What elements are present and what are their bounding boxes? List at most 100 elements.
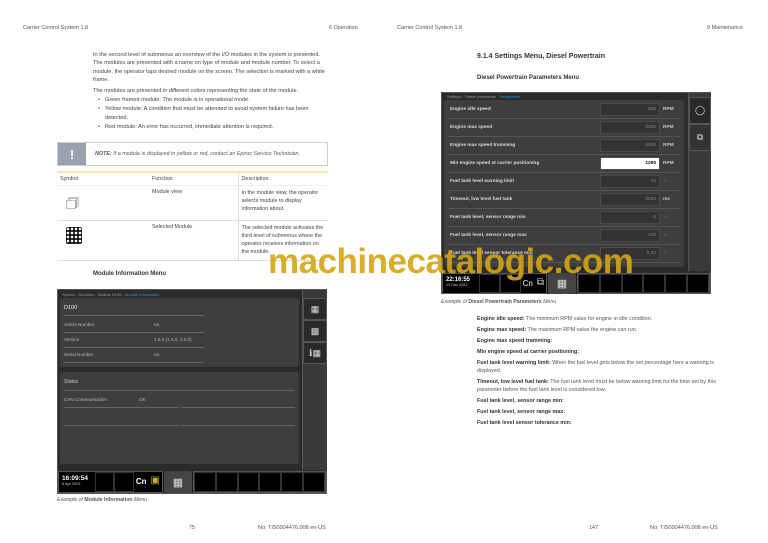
function-cell: Module view bbox=[152, 189, 182, 195]
chapter-label: 9 Maintenance bbox=[707, 25, 744, 31]
parameter-unit: RPM bbox=[663, 161, 674, 166]
info-module-icon: ℹ▦ bbox=[309, 347, 321, 358]
field-value: na bbox=[154, 352, 160, 357]
figure-caption: Example of Module Information Menu bbox=[57, 497, 147, 503]
menu-grid-button[interactable]: ▦ bbox=[164, 471, 192, 493]
clock: 16:09:54 6 Apr 2023 bbox=[59, 472, 95, 492]
parameter-value-input[interactable]: 0 bbox=[600, 211, 660, 224]
module-view-button[interactable]: ▦ bbox=[303, 298, 327, 320]
parameter-description: Fuel tank level, sensor range max: bbox=[477, 408, 717, 416]
parameter-description: Timeout, low level fuel tank: The fuel t… bbox=[477, 378, 717, 394]
note-text: If a module is displayed in yellow or re… bbox=[113, 151, 301, 157]
status-panel: Status CAN Communication OK bbox=[60, 372, 299, 464]
parameter-description: Fuel tank level, sensor range min: bbox=[477, 397, 717, 405]
note-label: NOTE: bbox=[95, 151, 112, 157]
parameter-label: Fuel tank level, sensor range min bbox=[450, 215, 526, 220]
exclamation-icon: ! bbox=[58, 143, 86, 165]
parameter-description: Engine max speed tramming: bbox=[477, 337, 717, 345]
chapter-label: 6 Operation bbox=[329, 25, 358, 31]
section-title: Module Information Menu bbox=[93, 271, 166, 277]
description-term: Engine max speed: bbox=[477, 327, 527, 333]
bullet-item: Yellow module: A condition that must be … bbox=[93, 105, 331, 122]
copy-button[interactable]: ⧉ bbox=[689, 124, 711, 151]
parameter-label: Min engine speed at carrier positioning bbox=[450, 161, 540, 166]
description-text: The maximum RPM value the engine can run… bbox=[527, 327, 638, 333]
parameter-description: Fuel tank level warning limit: When the … bbox=[477, 359, 717, 375]
clock-date: 6 Apr 2023 bbox=[62, 482, 81, 486]
field-label: Article Number bbox=[64, 322, 95, 327]
parameter-unit: RPM bbox=[663, 107, 674, 112]
bullet-item: Red module: An error has occurred, immed… bbox=[93, 123, 331, 132]
selected-module-icon bbox=[66, 227, 82, 244]
description-cell: In the module view, the operator selects… bbox=[237, 185, 328, 221]
parameter-unit: % bbox=[663, 233, 668, 238]
module-grid-icon: ▩ bbox=[310, 325, 320, 336]
module-view-icon: 🗇 bbox=[66, 195, 79, 211]
field-row: Serial Number na bbox=[64, 352, 204, 363]
field-row: Article Number na bbox=[64, 322, 204, 333]
parameter-description: Fuel tank level sensor tolerance min: bbox=[477, 419, 717, 427]
parameter-label: Fuel tank level, sensor range max bbox=[450, 233, 527, 238]
clock-date: 13 Dec 2022 bbox=[446, 283, 468, 287]
note-box: ! NOTE: If a module is displayed in yell… bbox=[57, 142, 328, 166]
colors-intro: The modules are presented in different c… bbox=[93, 88, 299, 94]
parameter-unit: RPM bbox=[663, 143, 674, 148]
parameter-value-input[interactable]: 100 bbox=[600, 229, 660, 242]
clock-time: 16:09:54 bbox=[62, 475, 89, 482]
module-info-button[interactable]: ℹ▦ bbox=[303, 342, 327, 364]
parameter-row: Engine max speed tramming 2300 RPM bbox=[448, 137, 680, 155]
module-list-icon: ▦ bbox=[310, 303, 320, 314]
module-name: D100 bbox=[64, 305, 204, 316]
field-value: na bbox=[154, 322, 160, 327]
parameter-row: Engine idle speed 800 RPM bbox=[448, 101, 680, 119]
parameter-value-input[interactable]: 2300 bbox=[600, 139, 660, 152]
description-term: Fuel tank level sensor tolerance min: bbox=[477, 420, 572, 426]
module-warning-icon[interactable]: ▣ bbox=[149, 472, 162, 492]
parameter-label: Fuel tank level warning limit bbox=[450, 179, 514, 184]
parameter-description: Engine idle speed: The minimum RPM value… bbox=[477, 315, 717, 323]
parameter-value-input[interactable]: 2300 bbox=[600, 121, 660, 134]
parameter-unit: ms bbox=[663, 197, 670, 202]
subheading: Diesel Powertrain Parameters Menu bbox=[477, 75, 580, 81]
description-term: Fuel tank level, sensor range max: bbox=[477, 409, 566, 415]
parameter-row: Timeout, low level fuel tank 2000 ms bbox=[448, 191, 680, 209]
status-label: CAN Communication bbox=[64, 397, 107, 402]
description-term: Fuel tank level, sensor range min: bbox=[477, 398, 564, 404]
description-term: Fuel tank level warning limit: bbox=[477, 360, 551, 366]
description-term: Timeout, low level fuel tank: bbox=[477, 379, 549, 385]
watermark: machinecatalogic.com bbox=[268, 242, 634, 281]
status-title: Status bbox=[64, 379, 294, 391]
field-label: Serial Number bbox=[64, 352, 94, 357]
parameter-unit: % bbox=[663, 215, 668, 220]
parameter-row: Fuel tank level warning limit 10 % bbox=[448, 173, 680, 191]
module-info-screen: System - Modules - Module D100 - Module … bbox=[57, 289, 327, 494]
parameter-descriptions: Engine idle speed: The minimum RPM value… bbox=[477, 315, 717, 430]
breadcrumb-path: System - Modules - Module D100 - bbox=[62, 292, 125, 297]
page-number: 147 bbox=[589, 525, 599, 531]
parameter-value-input[interactable]: 10 bbox=[600, 175, 660, 188]
parameter-value-input[interactable]: 1200 bbox=[600, 157, 660, 170]
parameter-description: Min engine speed at carrier positioning: bbox=[477, 348, 717, 356]
cn-icon[interactable]: Cn bbox=[134, 472, 149, 492]
parameter-value-input[interactable]: 2000 bbox=[600, 193, 660, 206]
parameter-value-input[interactable]: 800 bbox=[600, 103, 660, 116]
parameter-unit: RPM bbox=[663, 125, 674, 130]
breadcrumb-active: Parameters bbox=[499, 94, 521, 99]
engine-button[interactable]: ◯ bbox=[689, 97, 711, 124]
field-label: Version bbox=[64, 337, 80, 342]
section-heading: 9.1.4 Settings Menu, Diesel Powertrain bbox=[477, 53, 605, 60]
caption-suffix: Menu bbox=[543, 299, 557, 305]
field-value: 1.6.0 (1.4.0, 1.6.0) bbox=[154, 337, 192, 342]
caption-suffix: Menu bbox=[133, 497, 147, 503]
description-text: The minimum RPM value for engine in idle… bbox=[526, 316, 653, 322]
page-header-left: Carrier Control System 1.8 bbox=[397, 25, 463, 31]
caption-bold: Diesel Powertrain Parameters bbox=[468, 299, 542, 305]
field-row: Version 1.6.0 (1.4.0, 1.6.0) bbox=[64, 337, 204, 348]
function-cell: Selected Module bbox=[152, 224, 193, 230]
bullet-list: Green framed module: The module is in op… bbox=[93, 96, 331, 132]
selected-module-button[interactable]: ▩ bbox=[303, 320, 327, 342]
bullet-item: Green framed module: The module is in op… bbox=[93, 96, 331, 105]
status-bar: 16:09:54 6 Apr 2023 Cn ▣ ▦ bbox=[58, 471, 326, 493]
doc-number: No: TIS0004476.008 en-US bbox=[650, 525, 718, 531]
description-term: Min engine speed at carrier positioning: bbox=[477, 349, 580, 355]
